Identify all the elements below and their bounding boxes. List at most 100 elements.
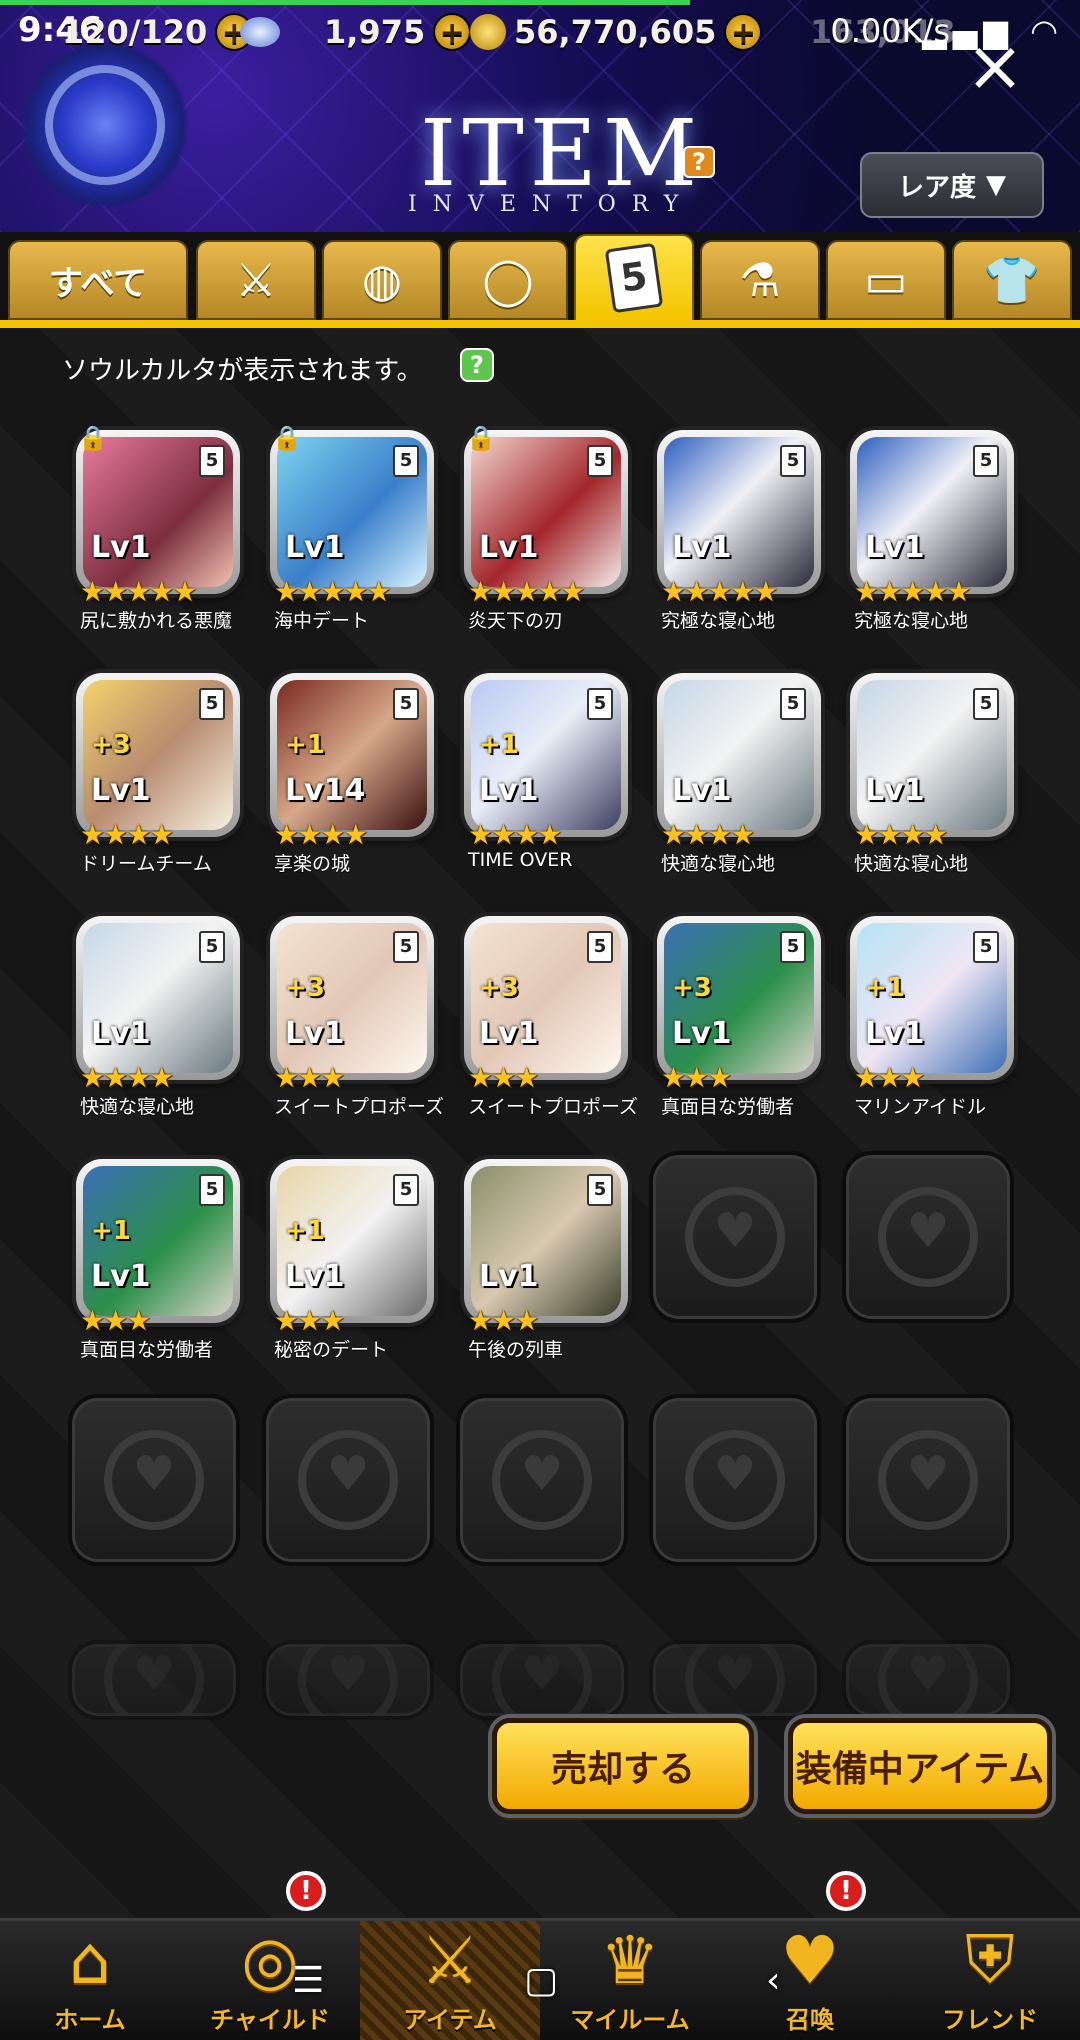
inventory-card[interactable]: 5 +1 Lv1 ★★★★ <box>464 673 628 851</box>
inventory-card[interactable]: 5 +3 Lv1 ★★★ <box>657 916 821 1094</box>
info-help-icon[interactable]: ? <box>460 348 494 382</box>
inventory-card[interactable]: 5 Lv1 ★★★★ <box>76 916 240 1094</box>
card-level: Lv1 <box>285 1259 345 1294</box>
rarity-stars: ★★★★★ <box>468 575 586 608</box>
rarity-stars: ★★★ <box>274 1061 345 1094</box>
card-name: 午後の列車 <box>468 1339 564 1361</box>
sort-label: レア度 <box>897 172 976 203</box>
plus-level: +1 <box>285 730 325 760</box>
soul-card-badge: 5 <box>973 688 999 720</box>
tab-card[interactable]: ▭ <box>826 240 946 320</box>
empty-slot <box>649 1394 821 1566</box>
card-frame: 5 Lv1 <box>270 430 434 594</box>
menu-icon[interactable]: ☰ <box>292 1960 324 2001</box>
card-name: 秘密のデート <box>274 1339 389 1361</box>
lock-icon: 🔒 <box>272 424 302 452</box>
inventory-card[interactable]: 5 Lv1 ★★★★ <box>657 673 821 851</box>
tab-weapon[interactable]: ⚔ <box>196 240 316 320</box>
card-level: Lv1 <box>479 1259 539 1294</box>
card-level: Lv1 <box>865 773 925 808</box>
card-artwork: 5 Lv1 <box>857 680 1007 830</box>
card-artwork: 5 +3 Lv1 <box>277 923 427 1073</box>
sell-button[interactable]: 売却する <box>492 1718 754 1814</box>
card-icon: ▭ <box>864 253 908 307</box>
add-gems-button[interactable]: + <box>433 13 472 51</box>
card-name: 快適な寝心地 <box>80 1096 195 1118</box>
page-title: ITEM <box>420 100 704 207</box>
inventory-card[interactable]: 5 +1 Lv1 ★★★ <box>76 1159 240 1337</box>
empty-slot-emblem-icon <box>104 1430 204 1530</box>
inventory-card[interactable]: 5 +1 Lv1 ★★★ <box>850 916 1014 1094</box>
card-name: ドリームチーム <box>80 853 212 875</box>
inventory-card[interactable]: 5 Lv1 ★★★★★ 🔒 <box>270 424 434 608</box>
tab-soul-card[interactable]: 5 <box>574 234 694 322</box>
card-artwork: 5 Lv1 <box>664 680 814 830</box>
equipped-items-button[interactable]: 装備中アイテム <box>788 1718 1052 1814</box>
inventory-card[interactable]: 5 Lv1 ★★★★ <box>850 673 1014 851</box>
card-name: 海中デート <box>274 610 370 632</box>
card-frame: 5 Lv1 <box>850 430 1014 594</box>
card-frame: 5 Lv1 <box>76 916 240 1080</box>
tab-ring[interactable]: ◯ <box>448 240 568 320</box>
wifi-icon: ◠ <box>1030 12 1064 50</box>
tab-costume[interactable]: 👕 <box>952 240 1072 320</box>
card-frame: 5 +3 Lv1 <box>76 673 240 837</box>
card-name: TIME OVER <box>468 849 573 871</box>
page-subtitle: INVENTORY <box>408 192 695 217</box>
empty-slot-emblem-icon <box>685 1430 785 1530</box>
card-artwork: 5 +3 Lv1 <box>83 680 233 830</box>
rarity-stars: ★★★ <box>661 1061 732 1094</box>
inventory-card[interactable]: 5 Lv1 ★★★★★ 🔒 <box>464 424 628 608</box>
soul-card-badge: 5 <box>393 688 419 720</box>
plus-level: +1 <box>865 973 905 1003</box>
rarity-stars: ★★★★ <box>854 818 948 851</box>
soul-card-badge: 5 <box>393 931 419 963</box>
add-gold-button[interactable]: + <box>724 13 763 51</box>
gold-counter: 56,770,605 + <box>470 12 763 52</box>
help-icon[interactable]: ? <box>683 146 715 178</box>
empty-slot <box>262 1394 434 1566</box>
inventory-card[interactable]: 5 Lv1 ★★★★★ <box>657 430 821 608</box>
empty-slot-emblem-icon <box>685 1187 785 1287</box>
inventory-card[interactable]: 5 +1 Lv14 ★★★★ <box>270 673 434 851</box>
card-level: Lv1 <box>672 1016 732 1051</box>
card-level: Lv1 <box>672 773 732 808</box>
card-artwork: 5 +1 Lv1 <box>471 680 621 830</box>
inventory-card[interactable]: 5 Lv1 ★★★★★ 🔒 <box>76 424 240 608</box>
back-icon[interactable]: ‹ <box>766 1960 780 2001</box>
gem-value: 1,975 <box>324 13 426 51</box>
card-level: Lv1 <box>285 1016 345 1051</box>
card-artwork: 5 +1 Lv14 <box>277 680 427 830</box>
card-artwork: 5 Lv1 <box>664 437 814 587</box>
rarity-stars: ★★★ <box>274 1304 345 1337</box>
rose-ring-decoration <box>45 65 165 185</box>
empty-slot <box>68 1640 240 1720</box>
inventory-card[interactable]: 5 +3 Lv1 ★★★★ <box>76 673 240 851</box>
tab-armor[interactable]: ◍ <box>322 240 442 320</box>
card-level: Lv1 <box>479 1016 539 1051</box>
empty-slot-emblem-icon <box>298 1644 398 1716</box>
soul-card-badge: 5 <box>973 445 999 477</box>
card-artwork: 5 +1 Lv1 <box>857 923 1007 1073</box>
card-level: Lv1 <box>91 773 151 808</box>
inventory-card[interactable]: 5 Lv1 ★★★ <box>464 1159 628 1337</box>
rarity-stars: ★★★★★ <box>661 575 779 608</box>
soul-card-badge: 5 <box>780 445 806 477</box>
empty-slot <box>456 1394 628 1566</box>
card-frame: 5 Lv1 <box>657 673 821 837</box>
inventory-card[interactable]: 5 +3 Lv1 ★★★ <box>270 916 434 1094</box>
card-name: マリンアイドル <box>854 1096 987 1118</box>
tab-potion[interactable]: ⚗ <box>700 240 820 320</box>
card-frame: 5 Lv1 <box>464 430 628 594</box>
shirt-icon: 👕 <box>983 252 1041 307</box>
sort-rarity-button[interactable]: レア度 ▼ <box>860 152 1044 218</box>
card-artwork: 5 Lv1 <box>471 437 621 587</box>
inventory-card[interactable]: 5 +1 Lv1 ★★★ <box>270 1159 434 1337</box>
inventory-card[interactable]: 5 Lv1 ★★★★★ <box>850 430 1014 608</box>
home-square-icon[interactable]: ▢ <box>524 1960 558 2001</box>
flask-icon: ⚗ <box>739 253 781 307</box>
card-name: 真面目な労働者 <box>661 1096 795 1118</box>
tab-all[interactable]: すべて <box>8 240 188 320</box>
inventory-card[interactable]: 5 +3 Lv1 ★★★ <box>464 916 628 1094</box>
soul-card-badge: 5 <box>587 1174 613 1206</box>
